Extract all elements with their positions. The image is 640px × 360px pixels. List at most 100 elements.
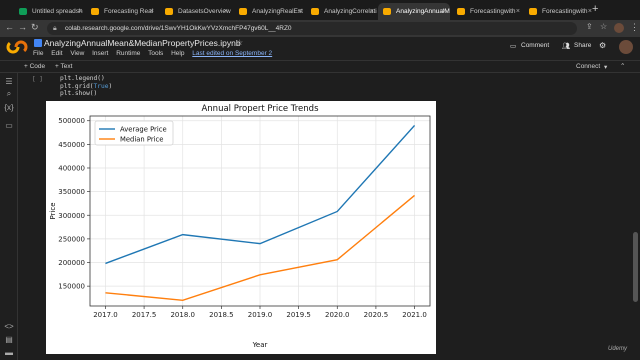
x-tick-label: 2021.0 (402, 311, 427, 319)
browser-tab[interactable]: Untitled spreadsh × (14, 3, 86, 20)
collapse-icon[interactable]: ⌃ (620, 62, 625, 70)
tab-label: DatasetsOverview (178, 8, 231, 15)
tab-label: AnalyzingCorrelati (324, 8, 377, 15)
browser-tab[interactable]: AnalyzingCorrelati × (306, 3, 378, 20)
tab-label: Untitled spreadsh (32, 8, 83, 15)
browser-tab[interactable]: Forecastingwith × (452, 3, 524, 20)
code-snippets-icon[interactable]: <> (4, 322, 14, 332)
tab-close-icon[interactable]: × (298, 3, 302, 20)
browser-menu-icon[interactable]: ⋮ (630, 22, 639, 33)
connect-dropdown-icon[interactable]: ▾ (604, 63, 607, 71)
colab-header: AnalyzingAnnualMean&MedianPropertyPrices… (0, 37, 640, 61)
x-tick-label: 2020.0 (325, 311, 350, 319)
notebook-title[interactable]: AnalyzingAnnualMean&MedianPropertyPrices… (44, 38, 241, 48)
tab-close-icon[interactable]: × (150, 3, 154, 20)
y-tick-label: 450000 (58, 141, 85, 149)
x-tick-label: 2019.5 (286, 311, 311, 319)
tab-favicon-icon (19, 8, 27, 15)
x-tick-label: 2018.5 (209, 311, 234, 319)
menu-bar: File Edit View Insert Runtime Tools Help… (33, 50, 278, 57)
add-text-button[interactable]: + Text (55, 63, 72, 70)
share-page-icon[interactable]: ⇪ (586, 22, 593, 31)
variables-icon[interactable]: {x} (4, 103, 14, 113)
chart-title: Annual Propert Price Trends (201, 104, 319, 114)
url-text: colab.research.google.com/drive/1SwvYH1O… (65, 25, 292, 32)
menu-tools[interactable]: Tools (148, 50, 163, 57)
tab-close-icon[interactable]: × (370, 3, 374, 20)
address-bar-row: ← → ↻ 🔒︎ colab.research.google.com/drive… (0, 20, 640, 37)
menu-help[interactable]: Help (171, 50, 184, 57)
chart-figure: 2017.0 2017.5 2018.0 2018.5 2019.0 2019.5 2020… (46, 101, 436, 354)
tab-favicon-icon (457, 8, 465, 15)
settings-gear-icon[interactable]: ⚙ (599, 41, 606, 50)
share-icon[interactable]: 👥︎ (562, 42, 570, 50)
line-chart: 2017.0 2017.5 2018.0 2018.5 2019.0 2019.5 2020… (49, 104, 431, 349)
toc-icon[interactable]: ☰ (4, 77, 14, 87)
add-code-button[interactable]: + Code (24, 63, 45, 70)
x-tick-label: 2017.0 (93, 311, 118, 319)
back-icon[interactable]: ← (5, 22, 14, 32)
menu-insert[interactable]: Insert (92, 50, 108, 57)
new-tab-button[interactable]: + (592, 3, 598, 15)
code-cell[interactable]: plt.legend() plt.grid(True) plt.show() (60, 75, 112, 98)
browser-tab[interactable]: AnalyzingRealEst × (234, 3, 306, 20)
x-tick-label: 2020.5 (364, 311, 389, 319)
tab-favicon-icon (311, 8, 319, 15)
tab-favicon-icon (91, 8, 99, 15)
url-bar[interactable]: 🔒︎ colab.research.google.com/drive/1SwvY… (47, 22, 577, 35)
tab-favicon-icon (529, 8, 537, 15)
command-palette-icon[interactable]: ▤ (4, 335, 14, 345)
browser-tab-strip: Untitled spreadsh × Forecasting Real × Datas… (0, 0, 640, 20)
cell-run-bracket[interactable]: [ ] (32, 76, 43, 83)
comment-button[interactable]: Comment (521, 42, 549, 49)
x-tick-label: 2019.0 (248, 311, 273, 319)
last-edited-link[interactable]: Last edited on September 2 (192, 50, 272, 57)
legend-entry: Average Price (120, 126, 167, 134)
x-tick-label: 2018.0 (170, 311, 195, 319)
code-line: plt.grid(True) (60, 82, 113, 90)
menu-view[interactable]: View (70, 50, 84, 57)
tab-close-icon[interactable]: × (516, 3, 520, 20)
x-tick-label: 2017.5 (132, 311, 157, 319)
legend-entry: Median Price (120, 136, 163, 144)
files-icon[interactable]: ▭ (4, 121, 14, 131)
tab-close-icon[interactable]: × (224, 3, 228, 20)
browser-tab[interactable]: AnalyzingAnnualM × (378, 3, 450, 20)
menu-file[interactable]: File (33, 50, 43, 57)
terminal-icon[interactable]: ▬ (4, 348, 14, 358)
tab-label: Forecastingwith (542, 8, 588, 15)
tab-favicon-icon (165, 8, 173, 15)
y-tick-label: 150000 (58, 283, 85, 291)
profile-avatar[interactable] (614, 23, 624, 33)
tab-close-icon[interactable]: × (442, 3, 446, 20)
tab-favicon-icon (239, 8, 247, 15)
browser-tab[interactable]: Forecastingwith × (524, 3, 596, 20)
x-axis-label: Year (252, 341, 268, 349)
search-icon[interactable]: ⌕ (4, 89, 14, 99)
browser-tab[interactable]: Forecasting Real × (86, 3, 158, 20)
browser-tab[interactable]: DatasetsOverview × (160, 3, 232, 20)
notebook-toolbar: + Code + Text Connect ▾ ⌃ (0, 61, 640, 73)
y-axis-label: Price (49, 202, 57, 219)
lock-icon: 🔒︎ (53, 25, 57, 32)
tab-favicon-icon (383, 8, 391, 15)
y-tick-label: 400000 (58, 164, 85, 172)
menu-runtime[interactable]: Runtime (116, 50, 140, 57)
tab-close-icon[interactable]: × (78, 3, 82, 20)
y-tick-label: 200000 (58, 259, 85, 267)
code-line: plt.legend() (60, 75, 105, 82)
share-button[interactable]: Share (574, 42, 591, 49)
tab-label: Forecasting Real (104, 8, 154, 15)
reload-icon[interactable]: ↻ (31, 22, 39, 33)
connect-button[interactable]: Connect (576, 63, 600, 70)
watermark: Udemy (608, 346, 628, 352)
menu-edit[interactable]: Edit (51, 50, 62, 57)
bookmark-star-icon[interactable]: ☆ (600, 22, 607, 31)
user-avatar[interactable] (619, 40, 633, 54)
colab-logo[interactable] (6, 40, 28, 54)
tab-label: Forecastingwith (470, 8, 516, 15)
forward-icon[interactable]: → (18, 22, 27, 32)
scrollbar-thumb[interactable] (633, 232, 638, 302)
comment-icon[interactable]: ▭ (510, 42, 516, 50)
star-icon[interactable]: ☆ (236, 38, 243, 47)
